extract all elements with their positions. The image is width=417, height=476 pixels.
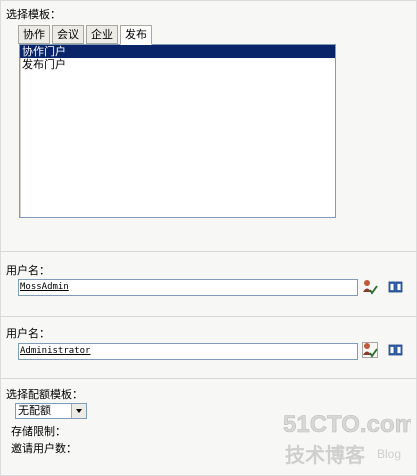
tab-enterprise[interactable]: 企业 <box>86 25 118 44</box>
template-label: 选择模板： <box>6 8 61 21</box>
username-label-2: 用户名： <box>6 327 50 340</box>
check-names-icon[interactable] <box>362 279 378 295</box>
watermark-line1: 51CTO.com <box>283 411 411 438</box>
tab-collaboration[interactable]: 协作 <box>18 25 50 44</box>
username-label-1: 用户名： <box>6 264 50 277</box>
site-watermark-logo: 51CTO.com 技术博客 Blog <box>283 411 411 467</box>
watermark-line3: Blog <box>377 447 401 461</box>
address-book-icon[interactable] <box>388 279 404 295</box>
invite-users-label: 邀请用户数： <box>11 442 77 455</box>
tab-publishing[interactable]: 发布 <box>120 25 152 45</box>
username-field-1[interactable]: MossAdmin <box>18 279 358 296</box>
check-names-icon[interactable] <box>362 342 378 358</box>
storage-limit-label: 存储限制： <box>11 425 66 438</box>
dropdown-arrow-icon[interactable] <box>71 404 86 418</box>
quota-template-select[interactable]: 无配额 <box>15 403 87 419</box>
address-book-icon[interactable] <box>388 342 404 358</box>
username-field-2[interactable]: Administrator <box>18 343 358 360</box>
divider <box>0 251 417 252</box>
template-tabs: 协作 会议 企业 发布 <box>18 25 154 45</box>
quota-selected-value: 无配额 <box>18 404 51 417</box>
template-list[interactable]: 协作门户 发布门户 <box>19 44 336 218</box>
tab-meeting[interactable]: 会议 <box>52 25 84 44</box>
divider <box>0 316 417 317</box>
list-item-publishing-portal[interactable]: 发布门户 <box>20 58 335 71</box>
watermark-line2: 技术博客 <box>285 443 366 467</box>
list-item-collaboration-portal[interactable]: 协作门户 <box>20 45 335 58</box>
divider <box>0 378 417 379</box>
quota-template-label: 选择配额模板： <box>6 388 83 401</box>
